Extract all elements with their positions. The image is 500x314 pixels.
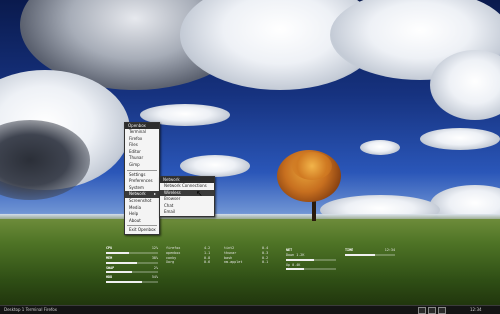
menu-item[interactable]: Terminal bbox=[125, 129, 159, 136]
process-row: Xorg 0.6 nm-applet 0.1 bbox=[166, 260, 276, 265]
menu-item[interactable]: About bbox=[125, 218, 159, 225]
net-down: Down 1.2K bbox=[286, 252, 305, 257]
menu-item-active[interactable]: Network ▸ bbox=[125, 191, 159, 198]
disk-value: 54% bbox=[151, 275, 158, 280]
cpu-label: CPU bbox=[106, 246, 113, 250]
menu-item[interactable]: Firefox bbox=[125, 136, 159, 143]
menu-item-exit[interactable]: Exit Openbox bbox=[125, 227, 159, 234]
mem-bar-fill bbox=[106, 261, 138, 264]
time-value: 12:34 bbox=[384, 248, 395, 252]
process-cpu: 0.1 bbox=[262, 260, 269, 265]
swap-label: SWAP bbox=[106, 265, 115, 270]
swap-bar bbox=[106, 271, 158, 274]
system-stats: CPU 12% MEM 38% SWAP 2% HDD 54% bbox=[106, 246, 158, 285]
menu-item[interactable]: Screenshot bbox=[125, 198, 159, 205]
net-label: NET bbox=[286, 248, 293, 252]
menu-separator bbox=[127, 169, 157, 171]
submenu-item-active[interactable]: Wireless bbox=[160, 189, 214, 197]
time-label: TIME bbox=[345, 248, 354, 252]
disk-bar-fill bbox=[106, 281, 143, 284]
menu-item[interactable]: Settings bbox=[125, 172, 159, 179]
swap-value: 2% bbox=[153, 265, 158, 270]
cpu-value: 12% bbox=[151, 246, 158, 250]
time-stats: TIME 12:34 bbox=[345, 248, 395, 258]
menu-item[interactable]: Thunar bbox=[125, 155, 159, 162]
process-name: Xorg bbox=[166, 260, 175, 265]
menu-item[interactable]: Files bbox=[125, 142, 159, 149]
process-name: firefox bbox=[166, 246, 181, 250]
process-cpu: 0.6 bbox=[204, 260, 211, 265]
cpu-bar-fill bbox=[106, 251, 130, 254]
menu-item[interactable]: Preferences bbox=[125, 178, 159, 185]
submenu-item[interactable]: Network Connections bbox=[160, 183, 214, 190]
menu-item[interactable]: Media bbox=[125, 205, 159, 212]
cloud bbox=[420, 128, 500, 150]
cpu-bar bbox=[106, 251, 158, 254]
submenu-item[interactable]: Chat bbox=[160, 203, 214, 210]
grass-field bbox=[0, 219, 500, 313]
menu-item[interactable]: Help bbox=[125, 211, 159, 218]
tree-highlight bbox=[292, 152, 332, 180]
process-name: nm-applet bbox=[224, 260, 243, 265]
menu-item[interactable]: Editor bbox=[125, 149, 159, 156]
time-bar bbox=[345, 253, 395, 256]
menu-item[interactable]: System bbox=[125, 185, 159, 192]
submenu-arrow-icon: ▸ bbox=[153, 191, 156, 197]
process-name: openbox bbox=[166, 250, 181, 255]
mem-bar bbox=[106, 261, 158, 264]
time-bar-fill bbox=[345, 253, 375, 256]
process-name: conky bbox=[166, 255, 177, 260]
submenu-item[interactable]: Email bbox=[160, 209, 214, 216]
net-up-bar bbox=[286, 268, 336, 271]
cloud bbox=[180, 155, 250, 177]
net-down-bar-fill bbox=[286, 258, 314, 261]
mouse-pointer-icon: ↖ bbox=[196, 189, 203, 198]
mem-label: MEM bbox=[106, 255, 113, 260]
root-menu: Openbox Terminal Firefox Files Editor Th… bbox=[124, 122, 160, 235]
disk-bar bbox=[106, 281, 158, 284]
swap-bar-fill bbox=[106, 271, 132, 274]
network-stats: NET Down 1.2K Up 0.4K bbox=[286, 248, 336, 272]
submenu-item[interactable]: Browser bbox=[160, 196, 214, 203]
menu-item-label: Network bbox=[129, 191, 146, 197]
cloud bbox=[360, 140, 400, 155]
net-up-bar-fill bbox=[286, 268, 304, 271]
sub-menu: Network Network Connections Wireless Bro… bbox=[159, 176, 215, 217]
process-list: firefox 4.2 tint2 0.4 openbox 1.1 thunar 0.3 c… bbox=[166, 246, 276, 265]
menu-separator bbox=[127, 225, 157, 227]
net-up: Up 0.4K bbox=[286, 262, 301, 267]
menu-item[interactable]: Gimp bbox=[125, 162, 159, 169]
mem-value: 38% bbox=[151, 255, 158, 260]
net-down-bar bbox=[286, 258, 336, 261]
disk-label: HDD bbox=[106, 275, 113, 280]
desktop-wallpaper bbox=[0, 0, 500, 313]
